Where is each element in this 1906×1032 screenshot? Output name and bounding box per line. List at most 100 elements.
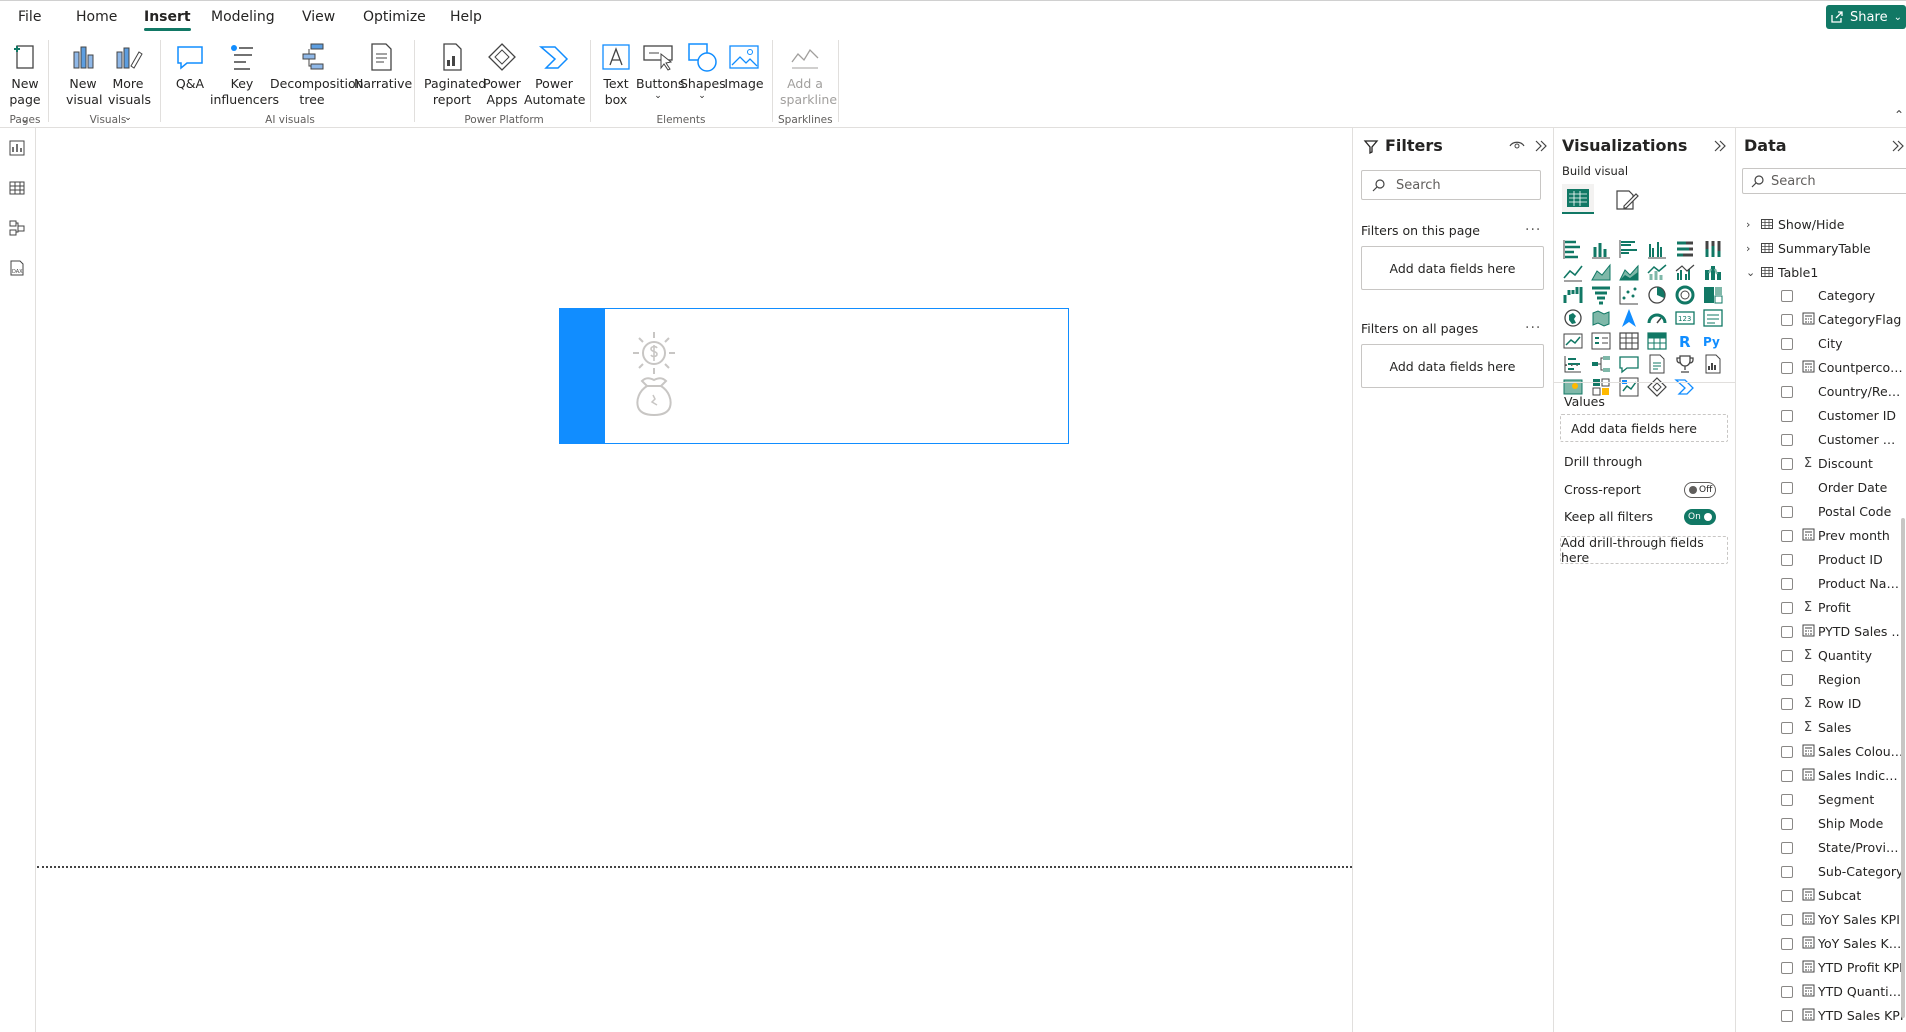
field-checkbox[interactable]: [1781, 506, 1793, 518]
share-button[interactable]: Share ⌄: [1826, 5, 1906, 29]
field-checkbox[interactable]: [1781, 698, 1793, 710]
model-view-icon[interactable]: [7, 218, 27, 238]
field-row[interactable]: Σ Quantity: [1736, 644, 1906, 668]
donut-chart-icon[interactable]: [1674, 284, 1696, 306]
field-row[interactable]: Segment: [1736, 788, 1906, 812]
report-canvas[interactable]: [37, 128, 1352, 1032]
empty-visual-card[interactable]: [559, 308, 1069, 444]
card-icon[interactable]: 123: [1674, 307, 1696, 329]
field-row[interactable]: Customer ID: [1736, 404, 1906, 428]
smart-narrative-icon[interactable]: [1646, 353, 1668, 375]
field-row[interactable]: Σ Profit: [1736, 596, 1906, 620]
field-row[interactable]: State/Province: [1736, 836, 1906, 860]
field-checkbox[interactable]: [1781, 458, 1793, 470]
collapse-filters-icon[interactable]: [1533, 138, 1549, 154]
format-visual-icon[interactable]: [1614, 188, 1640, 212]
field-checkbox[interactable]: [1781, 386, 1793, 398]
paginated-report-visual-icon[interactable]: [1702, 353, 1724, 375]
field-checkbox[interactable]: [1781, 674, 1793, 686]
key-influencers-button[interactable]: Key influencers: [210, 40, 279, 108]
chevron-right-icon[interactable]: ›: [1746, 242, 1750, 255]
shapes-button[interactable]: Shapes ⌄: [680, 40, 726, 101]
goals-icon[interactable]: [1674, 353, 1696, 375]
chevron-down-icon[interactable]: ⌄: [1746, 266, 1755, 279]
field-row[interactable]: YTD Quantity ...: [1736, 980, 1906, 1004]
table-node[interactable]: › SummaryTable: [1736, 236, 1906, 260]
stacked-bar-chart-icon[interactable]: [1562, 238, 1584, 260]
filters-all-pages-well[interactable]: Add data fields here: [1361, 344, 1544, 388]
menu-file[interactable]: File: [18, 9, 41, 25]
field-checkbox[interactable]: [1781, 626, 1793, 638]
field-row[interactable]: Prev month: [1736, 524, 1906, 548]
field-checkbox[interactable]: [1781, 362, 1793, 374]
table-view-icon[interactable]: [7, 178, 27, 198]
100-percent-column-chart-icon[interactable]: [1702, 238, 1724, 260]
more-visuals-ellipsis[interactable]: ...: [1564, 354, 1580, 370]
treemap-icon[interactable]: [1702, 284, 1724, 306]
multi-row-card-icon[interactable]: [1702, 307, 1724, 329]
more-options-icon[interactable]: ...: [1525, 316, 1541, 332]
field-checkbox[interactable]: [1781, 890, 1793, 902]
table-node[interactable]: › Show/Hide: [1736, 212, 1906, 236]
field-checkbox[interactable]: [1781, 914, 1793, 926]
field-row[interactable]: Σ Row ID: [1736, 692, 1906, 716]
filters-search-input[interactable]: Search: [1361, 170, 1541, 200]
field-row[interactable]: Sales Indicato...: [1736, 764, 1906, 788]
field-row[interactable]: Σ Sales: [1736, 716, 1906, 740]
field-row[interactable]: YTD Sales KPI: [1736, 1004, 1906, 1028]
field-row[interactable]: Region: [1736, 668, 1906, 692]
field-checkbox[interactable]: [1781, 602, 1793, 614]
field-checkbox[interactable]: [1781, 482, 1793, 494]
field-checkbox[interactable]: [1781, 650, 1793, 662]
eye-icon[interactable]: [1509, 138, 1525, 154]
drill-through-well[interactable]: Add drill-through fields here: [1560, 535, 1728, 565]
paginated-report-button[interactable]: Paginated report: [424, 40, 486, 108]
field-checkbox[interactable]: [1781, 314, 1793, 326]
power-automate-button[interactable]: Power Automate: [524, 40, 585, 108]
decomposition-tree-visual-icon[interactable]: [1590, 353, 1612, 375]
field-row[interactable]: Countpercount: [1736, 356, 1906, 380]
metrics-visual-icon[interactable]: [1618, 376, 1640, 398]
field-row[interactable]: YoY Sales KPI: [1736, 908, 1906, 932]
menu-modeling[interactable]: Modeling: [211, 9, 275, 25]
slicer-icon[interactable]: [1590, 330, 1612, 352]
field-checkbox[interactable]: [1781, 938, 1793, 950]
field-checkbox[interactable]: [1781, 338, 1793, 350]
field-checkbox[interactable]: [1781, 410, 1793, 422]
build-visual-tab[interactable]: [1562, 184, 1594, 214]
field-row[interactable]: Sub-Category: [1736, 860, 1906, 884]
data-pane-scrollbar[interactable]: [1901, 518, 1905, 1018]
field-checkbox[interactable]: [1781, 530, 1793, 542]
qa-visual-icon[interactable]: [1618, 353, 1640, 375]
azure-map-icon[interactable]: [1618, 307, 1640, 329]
field-row[interactable]: Ship Mode: [1736, 812, 1906, 836]
cross-report-toggle[interactable]: Off: [1684, 482, 1716, 498]
matrix-icon[interactable]: [1646, 330, 1668, 352]
pie-chart-icon[interactable]: [1646, 284, 1668, 306]
scatter-chart-icon[interactable]: [1618, 284, 1640, 306]
field-row[interactable]: CategoryFlag: [1736, 308, 1906, 332]
collapse-data-icon[interactable]: [1890, 138, 1906, 154]
area-chart-icon[interactable]: [1590, 261, 1612, 283]
line-and-clustered-column-icon[interactable]: [1674, 261, 1696, 283]
field-row[interactable]: Country/Region: [1736, 380, 1906, 404]
funnel-chart-icon[interactable]: [1590, 284, 1612, 306]
field-row[interactable]: Order Date: [1736, 476, 1906, 500]
dax-query-view-icon[interactable]: DAX: [7, 258, 27, 278]
filled-map-icon[interactable]: [1590, 307, 1612, 329]
menu-insert[interactable]: Insert: [144, 9, 191, 31]
field-row[interactable]: City: [1736, 332, 1906, 356]
new-visual-button[interactable]: New visual: [66, 40, 102, 108]
r-visual-icon[interactable]: R: [1674, 330, 1696, 352]
stacked-area-chart-icon[interactable]: [1618, 261, 1640, 283]
collapse-visualizations-icon[interactable]: [1712, 138, 1728, 154]
keep-all-filters-toggle[interactable]: On: [1684, 509, 1716, 525]
chevron-right-icon[interactable]: ›: [1746, 218, 1750, 231]
map-icon[interactable]: [1562, 307, 1584, 329]
field-checkbox[interactable]: [1781, 746, 1793, 758]
table-node[interactable]: ⌄ Table1: [1736, 260, 1906, 284]
collapse-ribbon-icon[interactable]: ⌃: [1894, 108, 1904, 122]
field-checkbox[interactable]: [1781, 722, 1793, 734]
field-row[interactable]: Postal Code: [1736, 500, 1906, 524]
add-sparkline-button[interactable]: Add a sparkline: [780, 40, 837, 108]
